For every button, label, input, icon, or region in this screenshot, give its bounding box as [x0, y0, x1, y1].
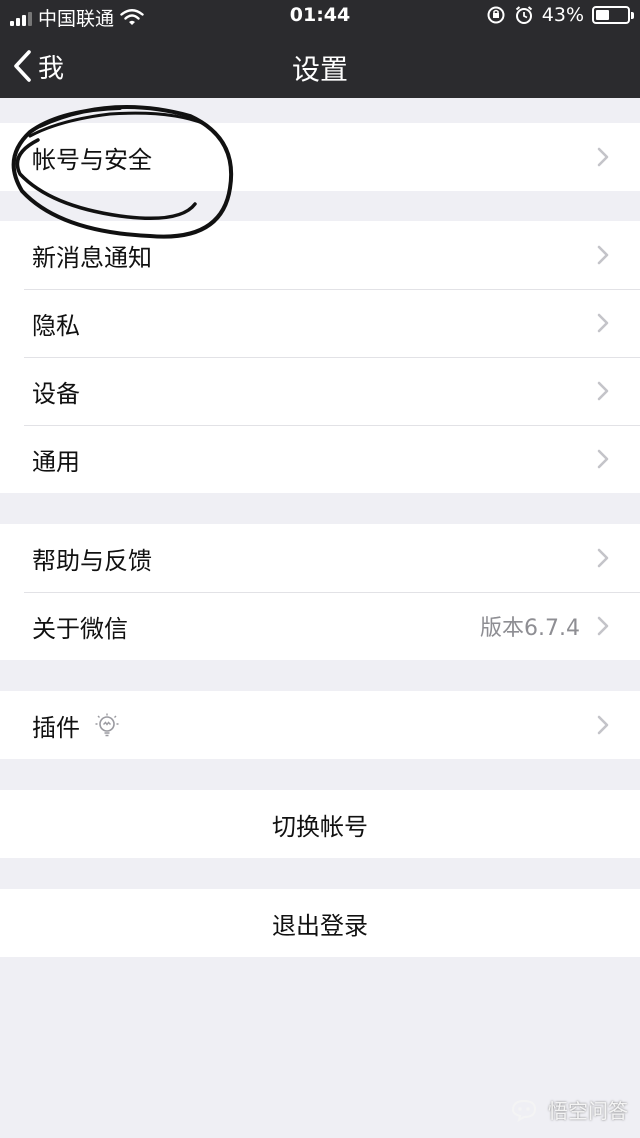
row-plugins[interactable]: 插件 [0, 691, 640, 759]
status-right: 43% [486, 4, 634, 26]
row-account-security[interactable]: 帐号与安全 [0, 123, 640, 191]
chevron-right-icon [597, 381, 609, 401]
logout-label: 退出登录 [272, 911, 368, 940]
chevron-right-icon [597, 313, 609, 333]
watermark: 悟空问答 [510, 1095, 628, 1124]
group-logout: 退出登录 [0, 889, 640, 957]
row-new-message-notification[interactable]: 新消息通知 [0, 221, 640, 289]
alarm-icon [515, 6, 532, 24]
group-general: 新消息通知 隐私 设备 通用 [0, 221, 640, 493]
row-label: 设备 [32, 379, 80, 408]
switch-account-label: 切换帐号 [272, 812, 368, 841]
nav-bar: 我 设置 [0, 32, 640, 98]
watermark-logo-icon [511, 1099, 537, 1122]
chevron-right-icon [597, 548, 609, 568]
row-privacy[interactable]: 隐私 [0, 289, 640, 357]
row-label: 插件 [32, 713, 80, 742]
group-help-about: 帮助与反馈 关于微信 版本6.7.4 [0, 524, 640, 660]
chevron-right-icon [597, 715, 609, 735]
chevron-right-icon [597, 616, 609, 636]
chevron-right-icon [597, 147, 609, 167]
watermark-text: 悟空问答 [548, 1099, 628, 1123]
row-label: 关于微信 [32, 614, 128, 643]
row-devices[interactable]: 设备 [0, 357, 640, 425]
row-label: 帐号与安全 [32, 145, 152, 174]
chevron-right-icon [597, 449, 609, 469]
switch-account-button[interactable]: 切换帐号 [0, 790, 640, 858]
battery-icon [592, 6, 634, 24]
status-bar: 中国联通 01:44 43% [0, 0, 640, 32]
row-label: 新消息通知 [32, 243, 152, 272]
group-account: 帐号与安全 [0, 123, 640, 191]
row-about-wechat[interactable]: 关于微信 版本6.7.4 [0, 592, 640, 660]
rotation-lock-icon [487, 6, 505, 24]
chevron-right-icon [597, 245, 609, 265]
lightbulb-icon [95, 713, 119, 737]
group-plugins: 插件 [0, 691, 640, 759]
group-switch-account: 切换帐号 [0, 790, 640, 858]
version-label: 版本6.7.4 [480, 616, 580, 641]
row-general[interactable]: 通用 [0, 425, 640, 493]
row-label: 帮助与反馈 [32, 546, 152, 575]
row-label: 隐私 [32, 311, 80, 340]
battery-percent: 43% [541, 4, 584, 26]
row-help-feedback[interactable]: 帮助与反馈 [0, 524, 640, 592]
page-title: 设置 [291, 53, 348, 86]
row-label: 通用 [32, 447, 80, 476]
logout-button[interactable]: 退出登录 [0, 889, 640, 957]
